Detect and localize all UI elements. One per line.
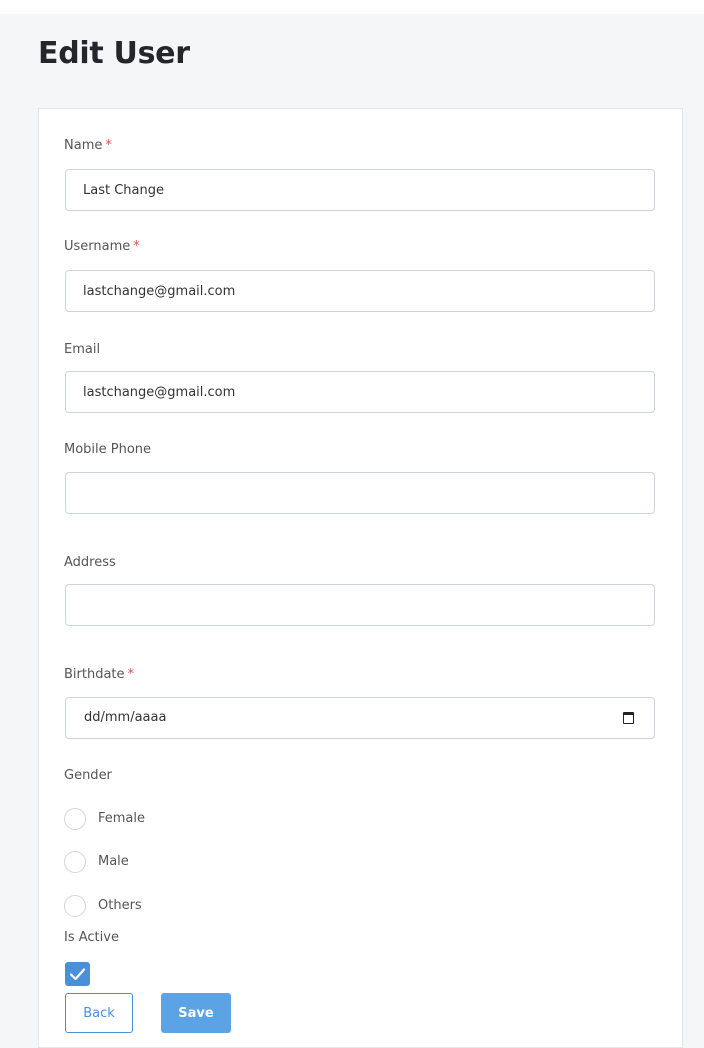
birthdate-placeholder: dd/mm/aaaa [84,710,167,725]
username-label: Username * [64,239,140,254]
birthdate-label: Birthdate * [64,667,134,682]
calendar-icon[interactable] [623,712,634,724]
is-active-checkbox[interactable] [65,962,90,986]
name-input[interactable] [65,169,655,211]
radio-male[interactable] [64,851,86,873]
mobile-phone-input[interactable] [65,472,655,514]
address-label: Address [64,555,116,570]
radio-female[interactable] [64,808,86,830]
birthdate-label-text: Birthdate [64,667,125,682]
back-button[interactable]: Back [65,993,133,1033]
required-marker: * [133,239,140,254]
top-band [0,0,704,14]
name-label-text: Name [64,138,103,153]
save-button[interactable]: Save [161,993,231,1033]
name-label: Name * [64,138,112,153]
radio-label-female: Female [98,811,146,826]
radio-label-others: Others [98,898,142,913]
radio-label-male: Male [98,854,129,869]
checkmark-icon [69,968,86,981]
page-title: Edit User [38,36,190,71]
email-label: Email [64,342,101,357]
address-input[interactable] [65,584,655,626]
username-input[interactable] [65,270,655,312]
required-marker: * [105,138,112,153]
username-label-text: Username [64,239,131,254]
required-marker: * [127,667,135,682]
email-input[interactable] [65,371,655,413]
mobile-phone-label: Mobile Phone [64,442,152,457]
is-active-label: Is Active [64,930,119,945]
gender-label: Gender [64,768,112,783]
radio-others[interactable] [64,895,86,917]
